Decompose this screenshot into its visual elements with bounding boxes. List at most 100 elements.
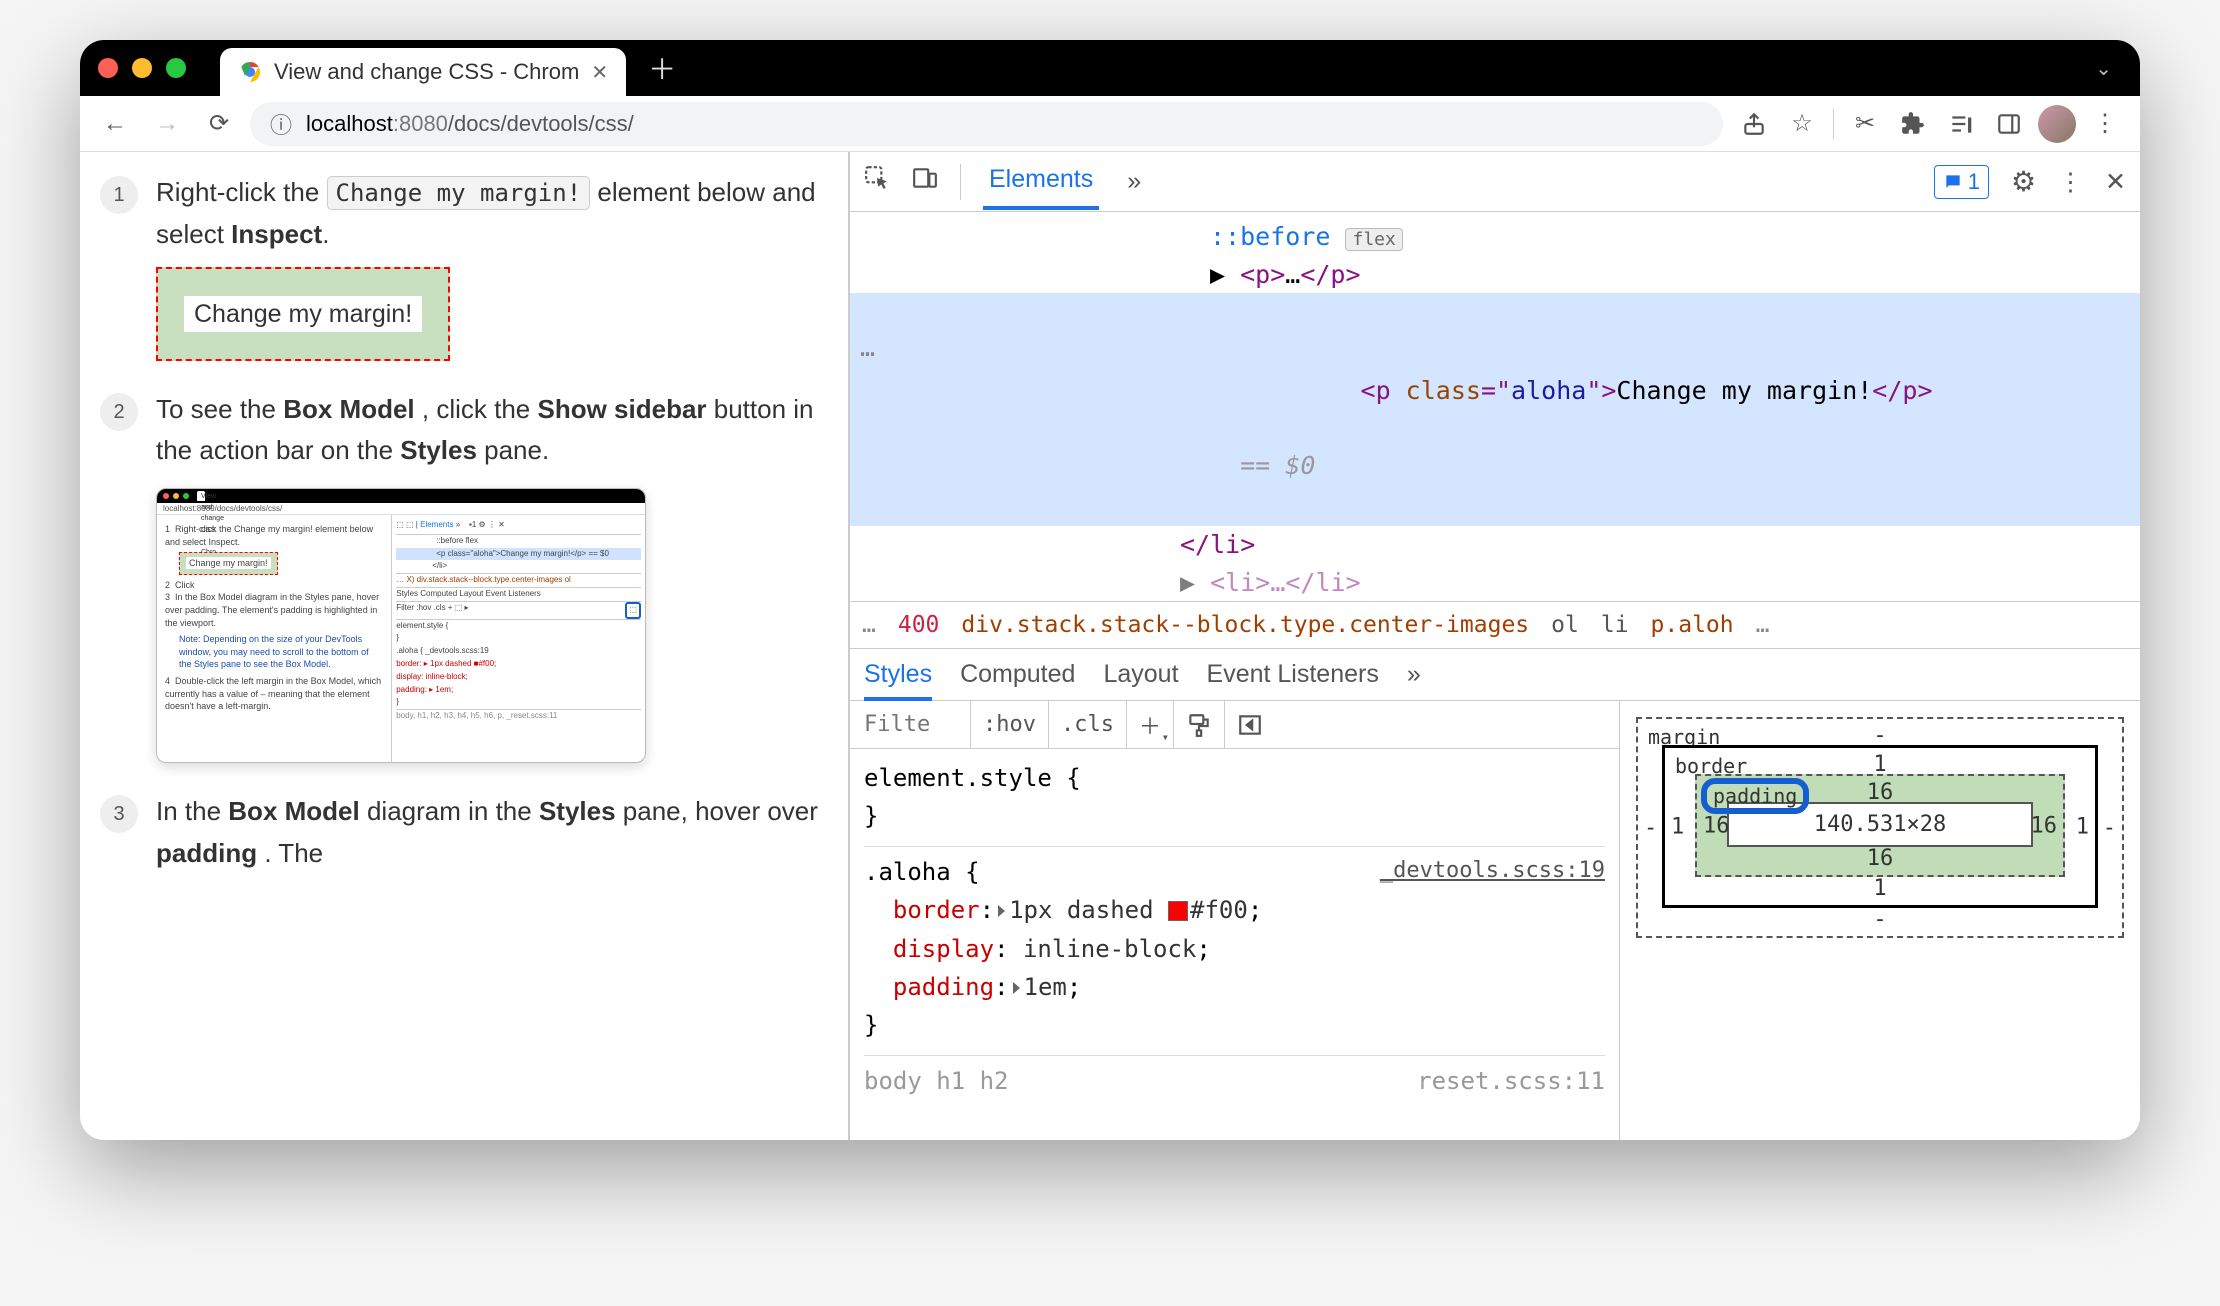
inspect-element-icon[interactable] [864, 165, 890, 198]
browser-window: View and change CSS - Chrom ✕ ＋ ⌄ ← → ⟳ … [80, 40, 2140, 1140]
tab-layout[interactable]: Layout [1103, 660, 1178, 689]
issues-button[interactable]: 1 [1934, 165, 1989, 199]
profile-avatar[interactable] [2036, 103, 2078, 145]
crumb-item[interactable]: p.aloh [1651, 612, 1734, 638]
dom-tag: </li> [1180, 530, 1255, 559]
device-toggle-icon[interactable] [912, 165, 938, 198]
reload-button[interactable]: ⟳ [198, 103, 240, 145]
crumb-item[interactable]: ol [1551, 612, 1579, 638]
bm-margin-left[interactable]: - [1644, 815, 1657, 840]
url-host: localhost [306, 111, 393, 136]
page-viewport: 1 Right-click the Change my margin! elem… [80, 152, 850, 1140]
screenshot-thumbnail: View and change CSS - Chro… localhost:80… [156, 488, 646, 763]
back-button[interactable]: ← [94, 103, 136, 145]
flex-badge[interactable]: flex [1345, 228, 1402, 251]
address-bar[interactable]: ⓘ localhost:8080/docs/devtools/css/ [250, 102, 1723, 146]
settings-icon[interactable]: ⚙ [2011, 165, 2036, 198]
bm-padding-left[interactable]: 16 [1703, 813, 1730, 838]
dom-breadcrumbs[interactable]: … 400 div.stack.stack--block.type.center… [850, 601, 2140, 649]
rule-reset[interactable]: body h1 h2 reset.scss:11 [864, 1062, 1605, 1100]
crumb-ellipsis[interactable]: … [1756, 612, 1770, 638]
forward-button[interactable]: → [146, 103, 188, 145]
dom-tag: <li>…</li> [1210, 568, 1361, 597]
crumb-item[interactable]: 400 [898, 612, 940, 638]
bookmark-icon[interactable]: ☆ [1781, 103, 1823, 145]
tab-title: View and change CSS - Chrom [274, 59, 579, 85]
bm-padding-label: padding [1701, 778, 1809, 814]
step-bold: Styles [400, 435, 477, 465]
tab-elements[interactable]: Elements [983, 153, 1099, 210]
styles-filter-bar: :hov .cls ＋▾ [850, 701, 1619, 749]
devtools-menu-icon[interactable]: ⋮ [2058, 167, 2083, 197]
close-window-button[interactable] [98, 58, 118, 78]
show-sidebar-icon[interactable] [1224, 701, 1275, 748]
box-model-padding[interactable]: padding 16 16 16 16 140.531×28 [1695, 774, 2065, 877]
bm-padding-right[interactable]: 16 [2031, 813, 2058, 838]
issues-count: 1 [1968, 169, 1980, 195]
side-panel-icon[interactable] [1988, 103, 2030, 145]
rule-aloha[interactable]: _devtools.scss:19 .aloha { border:1px da… [864, 853, 1605, 1056]
step-text: pane, hover over [623, 796, 818, 826]
tab-event-listeners[interactable]: Event Listeners [1207, 660, 1379, 689]
devtools-toolbar: Elements » 1 ⚙ ⋮ ✕ [850, 152, 2140, 212]
styles-rules-panel: :hov .cls ＋▾ element.style {} _devtools.… [850, 701, 1620, 1140]
browser-menu-icon[interactable]: ⋮ [2084, 103, 2126, 145]
code-inline: Change my margin! [327, 176, 591, 210]
reading-list-icon[interactable] [1940, 103, 1982, 145]
dom-ellipsis: … [1285, 260, 1300, 289]
bm-padding-bottom[interactable]: 16 [1867, 846, 1894, 871]
close-devtools-icon[interactable]: ✕ [2105, 167, 2126, 197]
scissors-extension-icon[interactable]: ✂ [1844, 103, 1886, 145]
rule-source-link[interactable]: reset.scss:11 [1417, 1062, 1605, 1100]
color-swatch-icon[interactable] [1168, 901, 1188, 921]
box-model-margin[interactable]: margin - - - - border 1 1 1 1 [1636, 717, 2124, 938]
new-tab-button[interactable]: ＋ [648, 48, 676, 88]
more-tabs-icon[interactable]: » [1121, 155, 1147, 208]
bm-margin-bottom[interactable]: - [1873, 907, 1886, 932]
cls-toggle[interactable]: .cls [1048, 701, 1126, 748]
expand-icon[interactable] [998, 905, 1005, 917]
minimize-window-button[interactable] [132, 58, 152, 78]
step-2: 2 To see the Box Model , click the Show … [100, 389, 828, 763]
box-model-border[interactable]: border 1 1 1 1 padding 16 16 16 [1662, 745, 2098, 908]
share-icon[interactable] [1733, 103, 1775, 145]
bm-border-bottom[interactable]: 1 [1873, 876, 1886, 901]
crumb-item[interactable]: li [1601, 612, 1629, 638]
bm-padding-top[interactable]: 16 [1867, 780, 1894, 805]
step-text: Right-click the [156, 177, 327, 207]
tab-computed[interactable]: Computed [960, 660, 1075, 689]
browser-tab[interactable]: View and change CSS - Chrom ✕ [220, 48, 626, 96]
bm-border-left[interactable]: 1 [1671, 814, 1684, 839]
bm-border-right[interactable]: 1 [2076, 814, 2089, 839]
tab-bar: View and change CSS - Chrom ✕ ＋ ⌄ [80, 40, 2140, 96]
step-text: pane. [484, 435, 549, 465]
dom-selected-node[interactable]: ⋯ <p class="aloha">Change my margin!</p>… [850, 293, 2140, 526]
new-style-rule-icon[interactable]: ＋▾ [1126, 701, 1173, 748]
expand-icon[interactable] [1013, 982, 1020, 994]
maximize-window-button[interactable] [166, 58, 186, 78]
bm-margin-right[interactable]: - [2103, 815, 2116, 840]
dom-tree[interactable]: ::before flex ▶ <p>…</p> ⋯ <p class="alo… [850, 212, 2140, 601]
box-model-sidebar: margin - - - - border 1 1 1 1 [1620, 701, 2140, 1140]
step-bold: Styles [539, 796, 616, 826]
rule-source-link[interactable]: _devtools.scss:19 [1380, 853, 1605, 888]
filter-input[interactable] [850, 701, 970, 748]
tab-styles[interactable]: Styles [864, 648, 932, 701]
thumb-url: localhost:8080/docs/devtools/css/ [157, 503, 645, 515]
message-icon [1943, 172, 1963, 192]
step-text: To see the [156, 394, 283, 424]
hov-toggle[interactable]: :hov [970, 701, 1048, 748]
crumb-item[interactable]: div.stack.stack--block.type.center-image… [961, 612, 1529, 638]
devtools-panel: Elements » 1 ⚙ ⋮ ✕ ::before flex ▶ <p>…<… [850, 152, 2140, 1140]
crumb-ellipsis[interactable]: … [862, 612, 876, 638]
extensions-icon[interactable] [1892, 103, 1934, 145]
site-info-icon[interactable]: ⓘ [270, 108, 292, 140]
close-tab-icon[interactable]: ✕ [591, 60, 608, 85]
tab-list-chevron-icon[interactable]: ⌄ [2095, 56, 2112, 81]
step-bold: Box Model [228, 796, 359, 826]
overflow-icon[interactable]: ⋯ [860, 335, 875, 373]
demo-element[interactable]: Change my margin! [156, 267, 450, 361]
more-styles-tabs-icon[interactable]: » [1407, 660, 1421, 689]
rule-element-style[interactable]: element.style {} [864, 759, 1605, 847]
paint-icon[interactable] [1173, 701, 1224, 748]
